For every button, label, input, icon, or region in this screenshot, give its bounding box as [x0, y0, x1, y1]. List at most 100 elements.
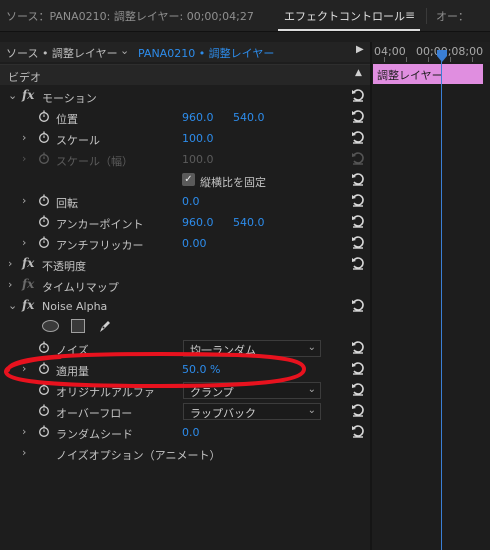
- anchor-x-value[interactable]: 960.0: [182, 216, 214, 229]
- position-x-value[interactable]: 960.0: [182, 111, 214, 124]
- collapse-up-icon[interactable]: ▲: [355, 68, 362, 78]
- tab-audio-mixer[interactable]: オー：: [436, 8, 469, 24]
- property-label: オーバーフロー: [56, 407, 133, 420]
- pen-mask-icon[interactable]: [97, 318, 113, 334]
- effect-row-time-remap[interactable]: › fx タイムリマップ: [0, 275, 370, 296]
- chevron-down-icon[interactable]: ⌄: [120, 44, 129, 57]
- property-row-scale-width: › スケール（幅） 100.0: [0, 149, 370, 170]
- effect-name: 不透明度: [42, 260, 86, 273]
- expand-right-icon[interactable]: ›: [8, 257, 12, 270]
- position-y-value[interactable]: 540.0: [233, 111, 265, 124]
- property-row-uniform-scale[interactable]: ✓ 縦横比を固定: [0, 170, 370, 191]
- reset-icon: [352, 152, 364, 165]
- rectangle-mask-icon[interactable]: [71, 319, 85, 333]
- ruler-tick: [450, 57, 451, 62]
- effect-row-noise-alpha[interactable]: ⌄ fx Noise Alpha: [0, 296, 370, 317]
- stopwatch-icon[interactable]: [38, 425, 50, 437]
- ruler-tick: [472, 57, 473, 62]
- property-label: スケール: [56, 134, 100, 147]
- reset-icon[interactable]: [351, 193, 365, 207]
- tab-effect-controls[interactable]: エフェクトコントロール: [284, 8, 405, 24]
- reset-icon[interactable]: [351, 361, 365, 375]
- clip-selector-header: ソース • 調整レイヤー ⌄ PANA0210 • 調整レイヤー ▶: [0, 42, 370, 62]
- reset-icon[interactable]: [351, 298, 365, 312]
- reset-icon[interactable]: [351, 88, 365, 102]
- property-row-position[interactable]: 位置 960.0 540.0: [0, 107, 370, 128]
- active-tab-indicator: [278, 29, 420, 31]
- panel-divider[interactable]: [370, 42, 372, 550]
- property-row-scale[interactable]: › スケール 100.0: [0, 128, 370, 149]
- expand-right-icon[interactable]: ›: [22, 236, 26, 249]
- effect-row-opacity[interactable]: › fx 不透明度: [0, 254, 370, 275]
- expand-right-icon[interactable]: ›: [22, 131, 26, 144]
- property-label: スケール（幅）: [56, 155, 133, 168]
- reset-icon[interactable]: [351, 340, 365, 354]
- ellipse-mask-icon[interactable]: [42, 320, 59, 332]
- stopwatch-icon[interactable]: [38, 404, 50, 416]
- panel-tab-bar: ソース：PANA0210: 調整レイヤー: 00;00;04;27 エフェクトコ…: [0, 0, 490, 32]
- effect-row-motion[interactable]: ⌄ fx モーション: [0, 86, 370, 107]
- property-label: 位置: [56, 113, 78, 126]
- reset-icon[interactable]: [351, 214, 365, 228]
- ruler-tick: [384, 57, 385, 62]
- fx-icon[interactable]: fx: [22, 256, 34, 270]
- reset-icon[interactable]: [351, 424, 365, 438]
- expand-down-icon[interactable]: ⌄: [8, 299, 17, 312]
- overflow-dropdown[interactable]: ラップバック ⌄: [183, 403, 321, 420]
- video-section-label: ビデオ: [8, 71, 41, 84]
- rotation-value[interactable]: 0.0: [182, 195, 200, 208]
- scale-width-value: 100.0: [182, 153, 214, 166]
- play-triangle-icon[interactable]: ▶: [356, 44, 364, 55]
- reset-icon[interactable]: [351, 172, 365, 186]
- expand-right-icon[interactable]: ›: [22, 446, 26, 459]
- playhead-icon[interactable]: [437, 50, 447, 62]
- stopwatch-icon[interactable]: [38, 110, 50, 122]
- scale-value[interactable]: 100.0: [182, 132, 214, 145]
- source-clip-label[interactable]: ソース • 調整レイヤー: [6, 45, 118, 61]
- uniform-scale-label: 縦横比を固定: [200, 176, 266, 189]
- uniform-scale-checkbox[interactable]: ✓: [182, 173, 195, 186]
- reset-icon[interactable]: [351, 109, 365, 123]
- playhead-line[interactable]: [441, 58, 442, 550]
- effect-name: モーション: [42, 92, 97, 105]
- property-row-overflow[interactable]: オーバーフロー ラップバック ⌄: [0, 401, 370, 422]
- stopwatch-icon[interactable]: [38, 236, 50, 248]
- reset-icon[interactable]: [351, 403, 365, 417]
- reset-icon[interactable]: [351, 256, 365, 270]
- expand-right-icon[interactable]: ›: [8, 278, 12, 291]
- stopwatch-icon[interactable]: [38, 194, 50, 206]
- stopwatch-icon[interactable]: [38, 131, 50, 143]
- chevron-down-icon: ⌄: [307, 405, 316, 416]
- timeline-ruler[interactable]: 04;00 00;00;08;00: [372, 42, 490, 62]
- sequence-clip-label[interactable]: PANA0210 • 調整レイヤー: [138, 45, 274, 61]
- expand-down-icon[interactable]: ⌄: [8, 89, 17, 102]
- fx-icon[interactable]: fx: [22, 298, 34, 312]
- fx-icon: fx: [22, 277, 35, 291]
- reset-icon[interactable]: [351, 235, 365, 249]
- property-label: 回転: [56, 197, 78, 210]
- reset-icon[interactable]: [351, 382, 365, 396]
- property-row-rotation[interactable]: › 回転 0.0: [0, 191, 370, 212]
- reset-icon[interactable]: [351, 130, 365, 144]
- property-label: ランダムシード: [56, 428, 133, 441]
- ruler-tick: [406, 57, 407, 62]
- fx-icon[interactable]: fx: [22, 88, 34, 102]
- tab-source-monitor[interactable]: ソース：PANA0210: 調整レイヤー: 00;00;04;27: [6, 8, 254, 24]
- stopwatch-icon: [39, 152, 49, 164]
- property-row-anchor-point[interactable]: アンカーポイント 960.0 540.0: [0, 212, 370, 233]
- expand-right-icon[interactable]: ›: [22, 194, 26, 207]
- property-row-noise-options[interactable]: › ノイズオプション（アニメート）: [0, 443, 370, 464]
- red-highlight-ellipse: [4, 351, 307, 389]
- antiflicker-value[interactable]: 0.00: [182, 237, 207, 250]
- tab-separator: [426, 8, 427, 24]
- panel-menu-icon[interactable]: ≡: [405, 8, 415, 22]
- stopwatch-icon[interactable]: [38, 215, 50, 227]
- property-row-random-seed[interactable]: › ランダムシード 0.0: [0, 422, 370, 443]
- expand-right-icon[interactable]: ›: [22, 425, 26, 438]
- anchor-y-value[interactable]: 540.0: [233, 216, 265, 229]
- effect-name: タイムリマップ: [42, 281, 119, 294]
- property-row-antiflicker[interactable]: › アンチフリッカー 0.00: [0, 233, 370, 254]
- ruler-time-start: 04;00: [374, 45, 406, 58]
- random-seed-value[interactable]: 0.0: [182, 426, 200, 439]
- timeline-clip[interactable]: 調整レイヤー: [373, 64, 483, 84]
